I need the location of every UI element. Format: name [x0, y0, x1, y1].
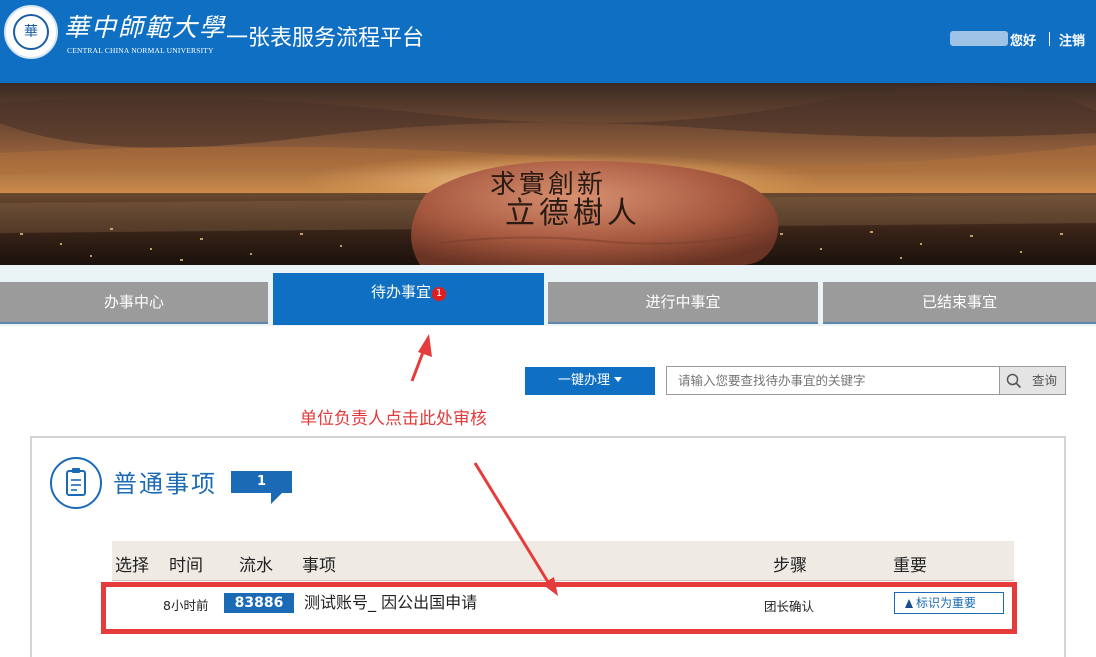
annotation-arrow-up: [410, 334, 432, 382]
tab-service-center[interactable]: 办事中心: [0, 282, 268, 324]
search-input[interactable]: [666, 366, 1000, 395]
header-divider: [1049, 32, 1050, 46]
search-button[interactable]: 查询: [999, 366, 1066, 395]
column-header-serial: 流水: [239, 556, 273, 576]
university-seal-logo: 華: [4, 5, 58, 59]
platform-title: 一张表服务流程平台: [226, 26, 425, 51]
column-header-step: 步骤: [773, 556, 807, 576]
tab-label: 办事中心: [103, 293, 164, 311]
app-root: 華 華中師範大學 CENTRAL CHINA NORMAL UNIVERSITY…: [0, 0, 1096, 657]
university-name-en: CENTRAL CHINA NORMAL UNIVERSITY: [67, 46, 214, 55]
tab-label: 待办事宜: [370, 283, 431, 301]
table-header: 选择 时间 流水 事项 步骤 重要: [112, 541, 1014, 581]
column-header-time: 时间: [169, 556, 203, 576]
section-title: 普通事项: [113, 470, 217, 498]
user-name-blurred: [950, 31, 1008, 46]
annotation-instruction: 单位负责人点击此处审核: [300, 409, 487, 429]
tab-label: 进行中事宜: [645, 293, 721, 311]
tab-pending-items[interactable]: 待办事宜 1: [273, 273, 544, 325]
banner-motto-line2: 立德樹人: [505, 196, 641, 231]
search-icon: [1006, 373, 1022, 389]
pending-count-badge: 1: [432, 287, 446, 301]
caret-down-icon: [614, 377, 622, 382]
tab-in-progress-items[interactable]: 进行中事宜: [548, 282, 818, 324]
column-header-important: 重要: [893, 556, 927, 576]
tab-finished-items[interactable]: 已结束事宜: [823, 282, 1096, 324]
section-count-badge: 1: [231, 471, 292, 493]
logout-link[interactable]: 注销: [1059, 30, 1085, 49]
search-button-label: 查询: [1032, 373, 1058, 388]
one-click-label: 一键办理: [557, 373, 610, 388]
tab-label: 已结束事宜: [921, 293, 997, 311]
university-name-cn: 華中師範大學: [64, 13, 227, 42]
clipboard-icon: [50, 457, 102, 509]
column-header-select: 选择: [115, 556, 149, 576]
count-badge-tail: [271, 492, 283, 504]
top-header: 華 華中師範大學 CENTRAL CHINA NORMAL UNIVERSITY…: [0, 0, 1096, 83]
greeting-text: 您好: [1010, 34, 1037, 49]
tab-strip: 办事中心 待办事宜 1 进行中事宜 已结束事宜: [0, 265, 1096, 326]
banner-scene-image: 求實創新 立德樹人: [0, 83, 1096, 265]
one-click-process-dropdown[interactable]: 一键办理: [525, 367, 655, 395]
annotation-highlight-box: [101, 582, 1017, 634]
seal-glyph: 華: [13, 14, 49, 50]
campus-banner: 求實創新 立德樹人: [0, 83, 1096, 265]
column-header-item: 事项: [302, 556, 336, 576]
